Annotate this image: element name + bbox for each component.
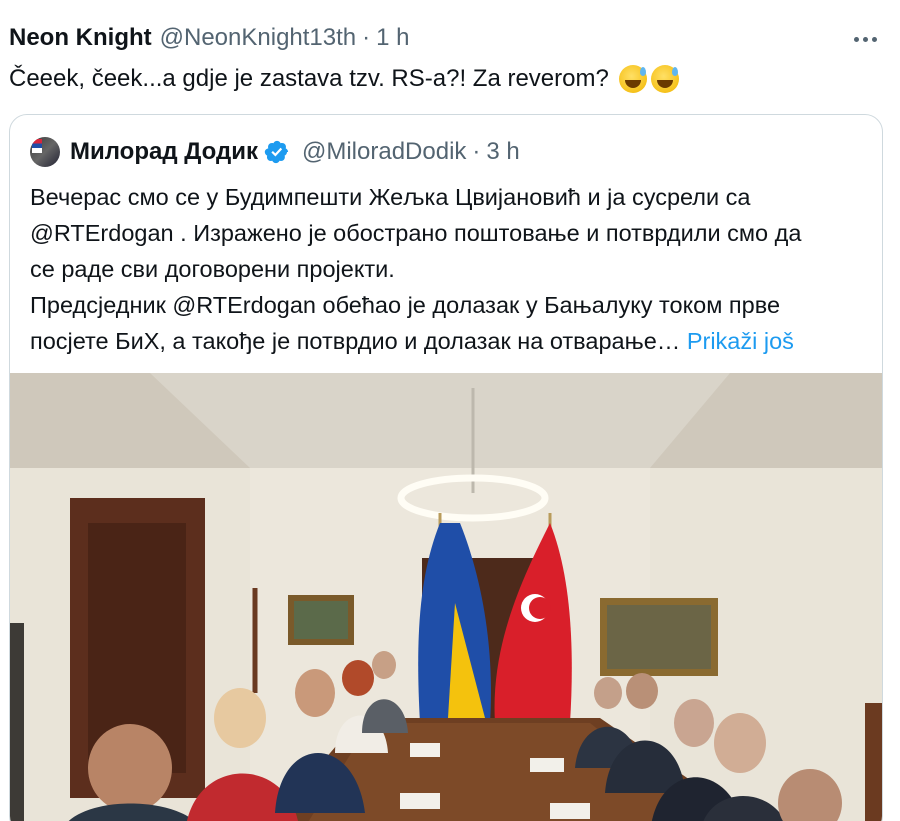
separator-dot: · [362, 24, 371, 51]
quoted-tweet-text: Вечерас смо се у Будимпешти Жељка Цвијан… [30, 179, 860, 359]
quoted-tweet-header: Милорад Додик @MiloradDodik · 3 h [30, 135, 520, 169]
more-icon [853, 36, 859, 42]
tweet-header: Neon Knight @NeonKnight13th · 1 h [9, 20, 410, 56]
tweet-text: Čeeek, čeek...a gdje je zastava tzv. RS-… [9, 62, 679, 96]
person [342, 660, 374, 696]
quoted-text-line: се раде сви договорени пројекти. [30, 256, 395, 282]
person [88, 724, 172, 812]
person [674, 699, 714, 747]
quoted-author-display-name[interactable]: Милорад Додик [70, 138, 258, 166]
quoted-text-line: Вечерас смо се у Будимпешти Жељка Цвијан… [30, 184, 751, 210]
quoted-tweet-timestamp[interactable]: 3 h [486, 138, 519, 166]
person [214, 688, 266, 748]
person [594, 677, 622, 709]
quoted-tweet-card[interactable]: Милорад Додик @MiloradDodik · 3 h Вечера… [9, 114, 883, 821]
tweet-timestamp[interactable]: 1 h [376, 24, 409, 52]
quoted-text-line: посјете БиХ, а такође је потврдио и дола… [30, 323, 860, 359]
meeting-room-illustration [10, 373, 882, 821]
tweet-text-content: Čeeek, čeek...a gdje je zastava tzv. RS-… [9, 65, 609, 92]
person [714, 713, 766, 773]
quoted-text-line-end: посјете БиХ, а такође је потврдио и дола… [30, 328, 681, 354]
person [626, 673, 658, 709]
verified-badge-icon [264, 140, 289, 164]
person [295, 669, 335, 717]
grinning-face-with-sweat-icon [618, 65, 647, 93]
author-display-name[interactable]: Neon Knight [9, 24, 152, 52]
quoted-text-line: @RTErdogan . Изражено је обострано пошто… [30, 220, 802, 246]
quoted-author-handle[interactable]: @MiloradDodik [302, 138, 466, 166]
avatar[interactable] [30, 137, 60, 167]
more-options-button[interactable] [850, 24, 880, 54]
author-handle[interactable]: @NeonKnight13th [160, 24, 357, 52]
show-more-link[interactable]: Prikaži još [687, 328, 794, 354]
separator-dot: · [472, 138, 481, 165]
grinning-face-with-sweat-icon [650, 65, 679, 93]
person [372, 651, 396, 679]
meeting-photo[interactable] [10, 373, 882, 821]
quoted-text-line: Предсједник @RTErdogan обећао је долазак… [30, 292, 781, 318]
